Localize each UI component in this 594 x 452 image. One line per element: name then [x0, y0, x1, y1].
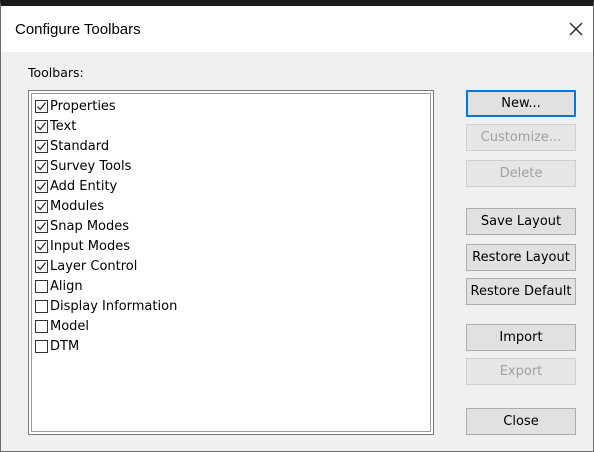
save-layout-button[interactable]: Save Layout — [466, 208, 576, 235]
list-item-label: Text — [50, 118, 77, 134]
checkmark-icon — [37, 261, 46, 270]
toolbars-list-inner: Properties Text Standard Survey Tools Add En… — [31, 93, 431, 432]
toolbars-label: Toolbars: — [28, 65, 84, 80]
checkbox[interactable] — [35, 99, 48, 113]
delete-button[interactable]: Delete — [466, 160, 576, 187]
list-item[interactable]: Standard — [35, 136, 109, 156]
import-button[interactable]: Import — [466, 324, 576, 351]
checkbox[interactable] — [35, 319, 48, 333]
checkmark-icon — [37, 201, 46, 210]
list-item-label: Properties — [50, 98, 116, 114]
list-item-label: DTM — [50, 338, 80, 354]
list-item[interactable]: DTM — [35, 336, 79, 356]
list-item[interactable]: Align — [35, 276, 83, 296]
checkbox[interactable] — [35, 259, 48, 273]
checkbox[interactable] — [35, 139, 48, 153]
export-button[interactable]: Export — [466, 358, 576, 385]
toolbars-list[interactable]: Properties Text Standard Survey Tools Add En… — [28, 90, 434, 435]
list-item-label: Layer Control — [50, 258, 138, 274]
checkbox[interactable] — [35, 119, 48, 133]
list-item-label: Display Information — [50, 298, 178, 314]
list-item-label: Add Entity — [50, 178, 118, 194]
checkmark-icon — [37, 161, 46, 170]
list-item[interactable]: Modules — [35, 196, 104, 216]
checkbox[interactable] — [35, 179, 48, 193]
list-item[interactable]: Display Information — [35, 296, 177, 316]
checkbox[interactable] — [35, 159, 48, 173]
list-item[interactable]: Layer Control — [35, 256, 137, 276]
checkmark-icon — [37, 221, 46, 230]
close-icon — [569, 22, 583, 36]
list-item-label: Standard — [50, 138, 110, 154]
configure-toolbars-dialog: Configure Toolbars Toolbars: Properties T… — [0, 0, 594, 452]
list-item-label: Snap Modes — [50, 218, 130, 234]
checkmark-icon — [37, 181, 46, 190]
close-window-button[interactable] — [563, 16, 589, 42]
checkmark-icon — [37, 121, 46, 130]
list-item[interactable]: Input Modes — [35, 236, 130, 256]
checkmark-icon — [37, 241, 46, 250]
restore-default-button[interactable]: Restore Default — [466, 278, 576, 305]
list-item[interactable]: Survey Tools — [35, 156, 131, 176]
list-item-label: Align — [50, 278, 83, 294]
checkbox[interactable] — [35, 339, 48, 353]
new-button[interactable]: New... — [466, 90, 576, 117]
list-item[interactable]: Add Entity — [35, 176, 117, 196]
checkbox[interactable] — [35, 219, 48, 233]
list-item[interactable]: Text — [35, 116, 76, 136]
checkmark-icon — [37, 101, 46, 110]
list-item[interactable]: Properties — [35, 96, 116, 116]
checkbox[interactable] — [35, 199, 48, 213]
checkbox[interactable] — [35, 279, 48, 293]
list-item[interactable]: Snap Modes — [35, 216, 129, 236]
checkbox[interactable] — [35, 299, 48, 313]
close-button[interactable]: Close — [466, 408, 576, 435]
list-item-label: Survey Tools — [50, 158, 132, 174]
dialog-title: Configure Toolbars — [15, 21, 141, 38]
checkbox[interactable] — [35, 239, 48, 253]
list-item-label: Model — [50, 318, 90, 334]
checkmark-icon — [37, 141, 46, 150]
list-item-label: Modules — [50, 198, 105, 214]
customize-button[interactable]: Customize... — [466, 124, 576, 151]
list-item-label: Input Modes — [50, 238, 130, 254]
list-item[interactable]: Model — [35, 316, 89, 336]
title-bar: Configure Toolbars — [1, 6, 593, 52]
restore-layout-button[interactable]: Restore Layout — [466, 244, 576, 271]
